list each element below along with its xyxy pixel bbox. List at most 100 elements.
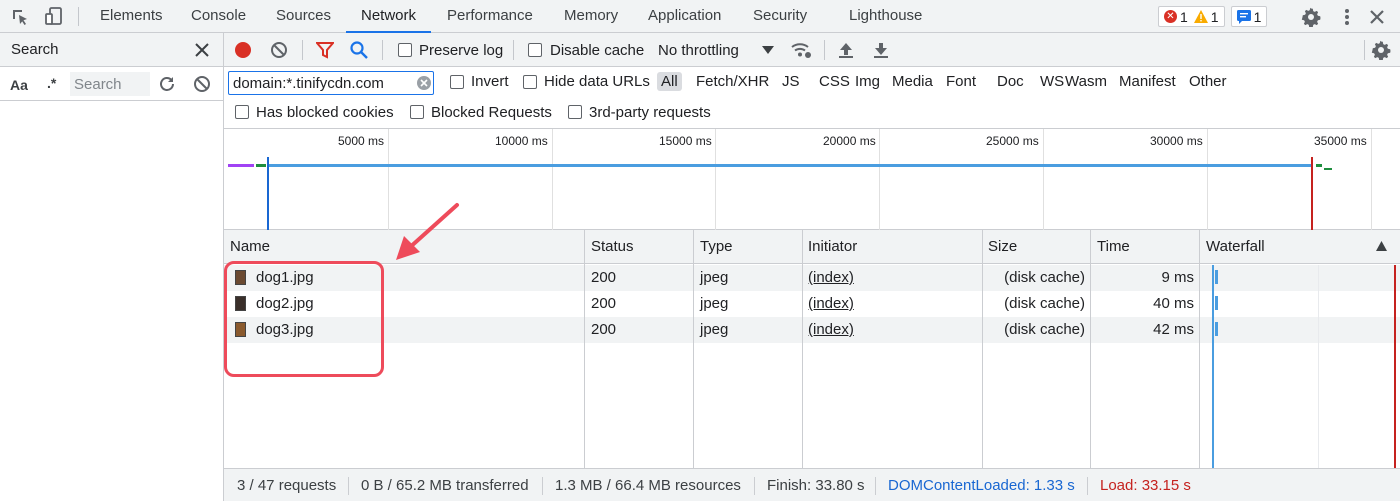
filter-type-ws[interactable]: WS xyxy=(1040,73,1064,90)
throttling-select[interactable]: No throttling xyxy=(658,42,739,59)
timeline-tick: 30000 ms xyxy=(1150,134,1203,148)
filter-type-manifest[interactable]: Manifest xyxy=(1119,73,1176,90)
search-icon[interactable] xyxy=(350,41,368,59)
preserve-log-label: Preserve log xyxy=(419,42,504,59)
record-icon[interactable] xyxy=(234,41,252,59)
column-header-time[interactable]: Time xyxy=(1097,238,1130,255)
filter-type-css[interactable]: CSS xyxy=(819,73,850,90)
column-divider[interactable] xyxy=(802,230,803,468)
request-count: 3 / 47 requests xyxy=(237,477,337,494)
request-status: 200 xyxy=(591,295,617,312)
devtools-tab-strip: Elements Console Sources Network Perform… xyxy=(0,0,1400,33)
clear-filter-icon[interactable] xyxy=(417,76,431,90)
tab-sources[interactable]: Sources xyxy=(276,0,331,33)
request-initiator-link[interactable]: (index) xyxy=(808,321,854,338)
request-time: 9 ms xyxy=(1161,269,1194,286)
warning-count: 1 xyxy=(1210,8,1219,25)
timeline-tick: 35000 ms xyxy=(1314,134,1367,148)
request-size: (disk cache) xyxy=(1004,269,1085,286)
column-divider[interactable] xyxy=(1090,230,1091,468)
filter-type-wasm[interactable]: Wasm xyxy=(1065,73,1107,90)
import-har-icon[interactable] xyxy=(838,41,854,59)
refresh-icon[interactable] xyxy=(158,75,176,93)
settings-gear-icon[interactable] xyxy=(1300,6,1321,27)
filter-type-other[interactable]: Other xyxy=(1189,73,1227,90)
column-header-type[interactable]: Type xyxy=(700,238,733,255)
network-settings-gear-icon[interactable] xyxy=(1371,40,1391,60)
filter-type-all[interactable]: All xyxy=(657,72,682,91)
inspect-element-icon[interactable] xyxy=(10,7,30,27)
blocked-requests-checkbox[interactable] xyxy=(410,105,424,119)
load-time: Load: 33.15 s xyxy=(1100,477,1191,494)
close-devtools-icon[interactable] xyxy=(1366,6,1387,27)
divider xyxy=(1364,40,1365,60)
messages-badge[interactable]: 1 xyxy=(1230,6,1268,27)
has-blocked-cookies-checkbox[interactable] xyxy=(235,105,249,119)
waterfall-bar xyxy=(1215,296,1218,310)
column-header-name[interactable]: Name xyxy=(230,238,270,255)
invert-label: Invert xyxy=(471,73,509,90)
regex-toggle[interactable]: .* xyxy=(47,75,56,91)
filter-type-fetch-xhr[interactable]: Fetch/XHR xyxy=(696,73,769,90)
export-har-icon[interactable] xyxy=(873,41,889,59)
request-initiator-link[interactable]: (index) xyxy=(808,295,854,312)
timeline-tick: 15000 ms xyxy=(659,134,712,148)
waterfall-bar xyxy=(1215,322,1218,336)
tab-lighthouse[interactable]: Lighthouse xyxy=(849,0,922,33)
tab-console[interactable]: Console xyxy=(191,0,246,33)
search-drawer-header: Search xyxy=(0,33,223,67)
device-toolbar-icon[interactable] xyxy=(44,6,64,26)
column-header-size[interactable]: Size xyxy=(988,238,1017,255)
hide-data-urls-label: Hide data URLs xyxy=(544,73,650,90)
issues-badge[interactable]: ✕ 1 1 xyxy=(1158,6,1225,27)
search-drawer: Search Aa .* xyxy=(0,33,1176,501)
filter-type-img[interactable]: Img xyxy=(855,73,880,90)
hide-data-urls-checkbox[interactable] xyxy=(523,75,537,89)
sort-ascending-icon[interactable] xyxy=(1376,241,1387,251)
clear-log-icon[interactable] xyxy=(270,41,288,59)
tab-performance[interactable]: Performance xyxy=(447,0,533,33)
preserve-log-checkbox[interactable] xyxy=(398,43,412,57)
tab-elements[interactable]: Elements xyxy=(100,0,163,33)
tab-security[interactable]: Security xyxy=(753,0,807,33)
request-size: (disk cache) xyxy=(1004,295,1085,312)
request-status: 200 xyxy=(591,321,617,338)
clear-search-icon[interactable] xyxy=(193,75,211,93)
table-row[interactable]: dog3.jpg 200 jpeg (index) (disk cache) 4… xyxy=(224,317,1400,343)
third-party-requests-checkbox[interactable] xyxy=(568,105,582,119)
filter-icon[interactable] xyxy=(316,41,334,59)
column-header-initiator[interactable]: Initiator xyxy=(808,238,857,255)
filter-type-font[interactable]: Font xyxy=(946,73,976,90)
column-divider[interactable] xyxy=(982,230,983,468)
tab-memory[interactable]: Memory xyxy=(564,0,618,33)
request-type: jpeg xyxy=(700,269,729,286)
column-divider[interactable] xyxy=(584,230,585,468)
tab-network[interactable]: Network xyxy=(346,0,432,33)
filter-type-doc[interactable]: Doc xyxy=(997,73,1024,90)
tab-application[interactable]: Application xyxy=(648,0,721,33)
filter-type-js[interactable]: JS xyxy=(782,73,800,90)
table-row[interactable]: dog1.jpg 200 jpeg (index) (disk cache) 9… xyxy=(224,265,1400,291)
request-initiator-link[interactable]: (index) xyxy=(808,269,854,286)
search-input[interactable] xyxy=(70,72,150,96)
divider xyxy=(542,477,543,495)
column-divider[interactable] xyxy=(1199,230,1200,468)
dropdown-arrow-icon[interactable] xyxy=(762,45,774,55)
overview-bar xyxy=(1324,168,1332,170)
resources-size: 1.3 MB / 66.4 MB resources xyxy=(555,477,741,494)
disable-cache-checkbox[interactable] xyxy=(528,43,542,57)
invert-checkbox[interactable] xyxy=(450,75,464,89)
filter-input[interactable]: domain:*.tinifycdn.com xyxy=(228,71,434,95)
timeline-tick: 5000 ms xyxy=(338,134,385,148)
column-header-waterfall[interactable]: Waterfall xyxy=(1206,238,1265,255)
column-header-status[interactable]: Status xyxy=(591,238,634,255)
table-row[interactable]: dog2.jpg 200 jpeg (index) (disk cache) 4… xyxy=(224,291,1400,317)
close-search-icon[interactable] xyxy=(193,41,211,59)
network-conditions-icon[interactable] xyxy=(790,40,812,60)
more-options-icon[interactable] xyxy=(1336,6,1357,27)
column-divider[interactable] xyxy=(693,230,694,468)
match-case-toggle[interactable]: Aa xyxy=(10,77,28,93)
transferred-size: 0 B / 65.2 MB transferred xyxy=(361,477,529,494)
overview-bar xyxy=(1316,164,1322,167)
filter-type-media[interactable]: Media xyxy=(892,73,933,90)
